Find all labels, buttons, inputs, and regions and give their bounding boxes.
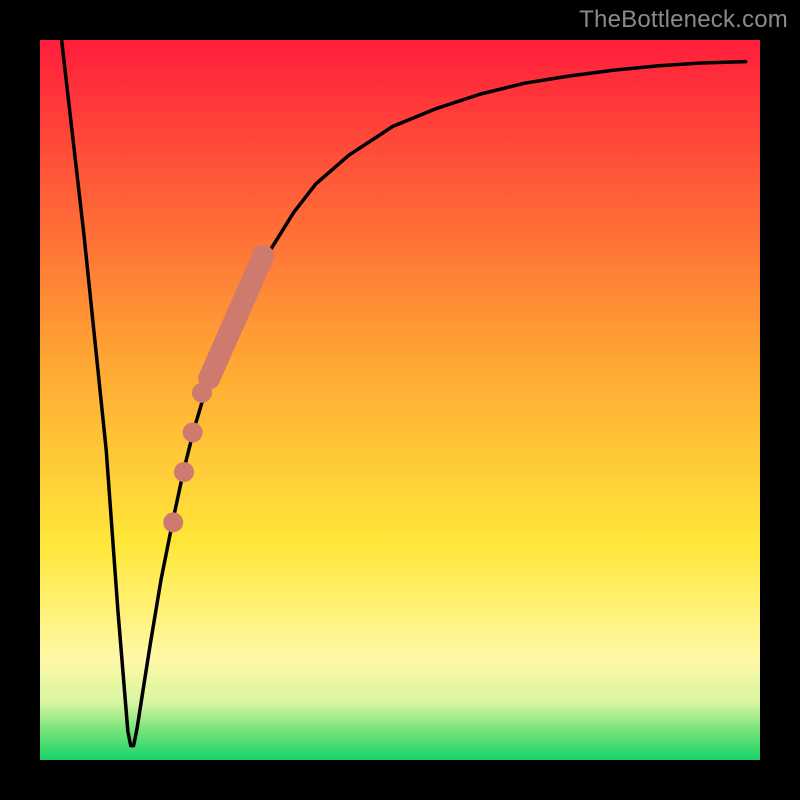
chart-container: TheBottleneck.com [0, 0, 800, 800]
highlight-dot-3 [163, 512, 183, 532]
attribution-label: TheBottleneck.com [579, 6, 788, 34]
highlight-dot-0 [192, 383, 212, 403]
highlight-dot-2 [174, 462, 194, 482]
chart-svg-holder [0, 0, 800, 800]
chart-svg [0, 0, 800, 800]
highlight-dot-1 [183, 422, 203, 442]
